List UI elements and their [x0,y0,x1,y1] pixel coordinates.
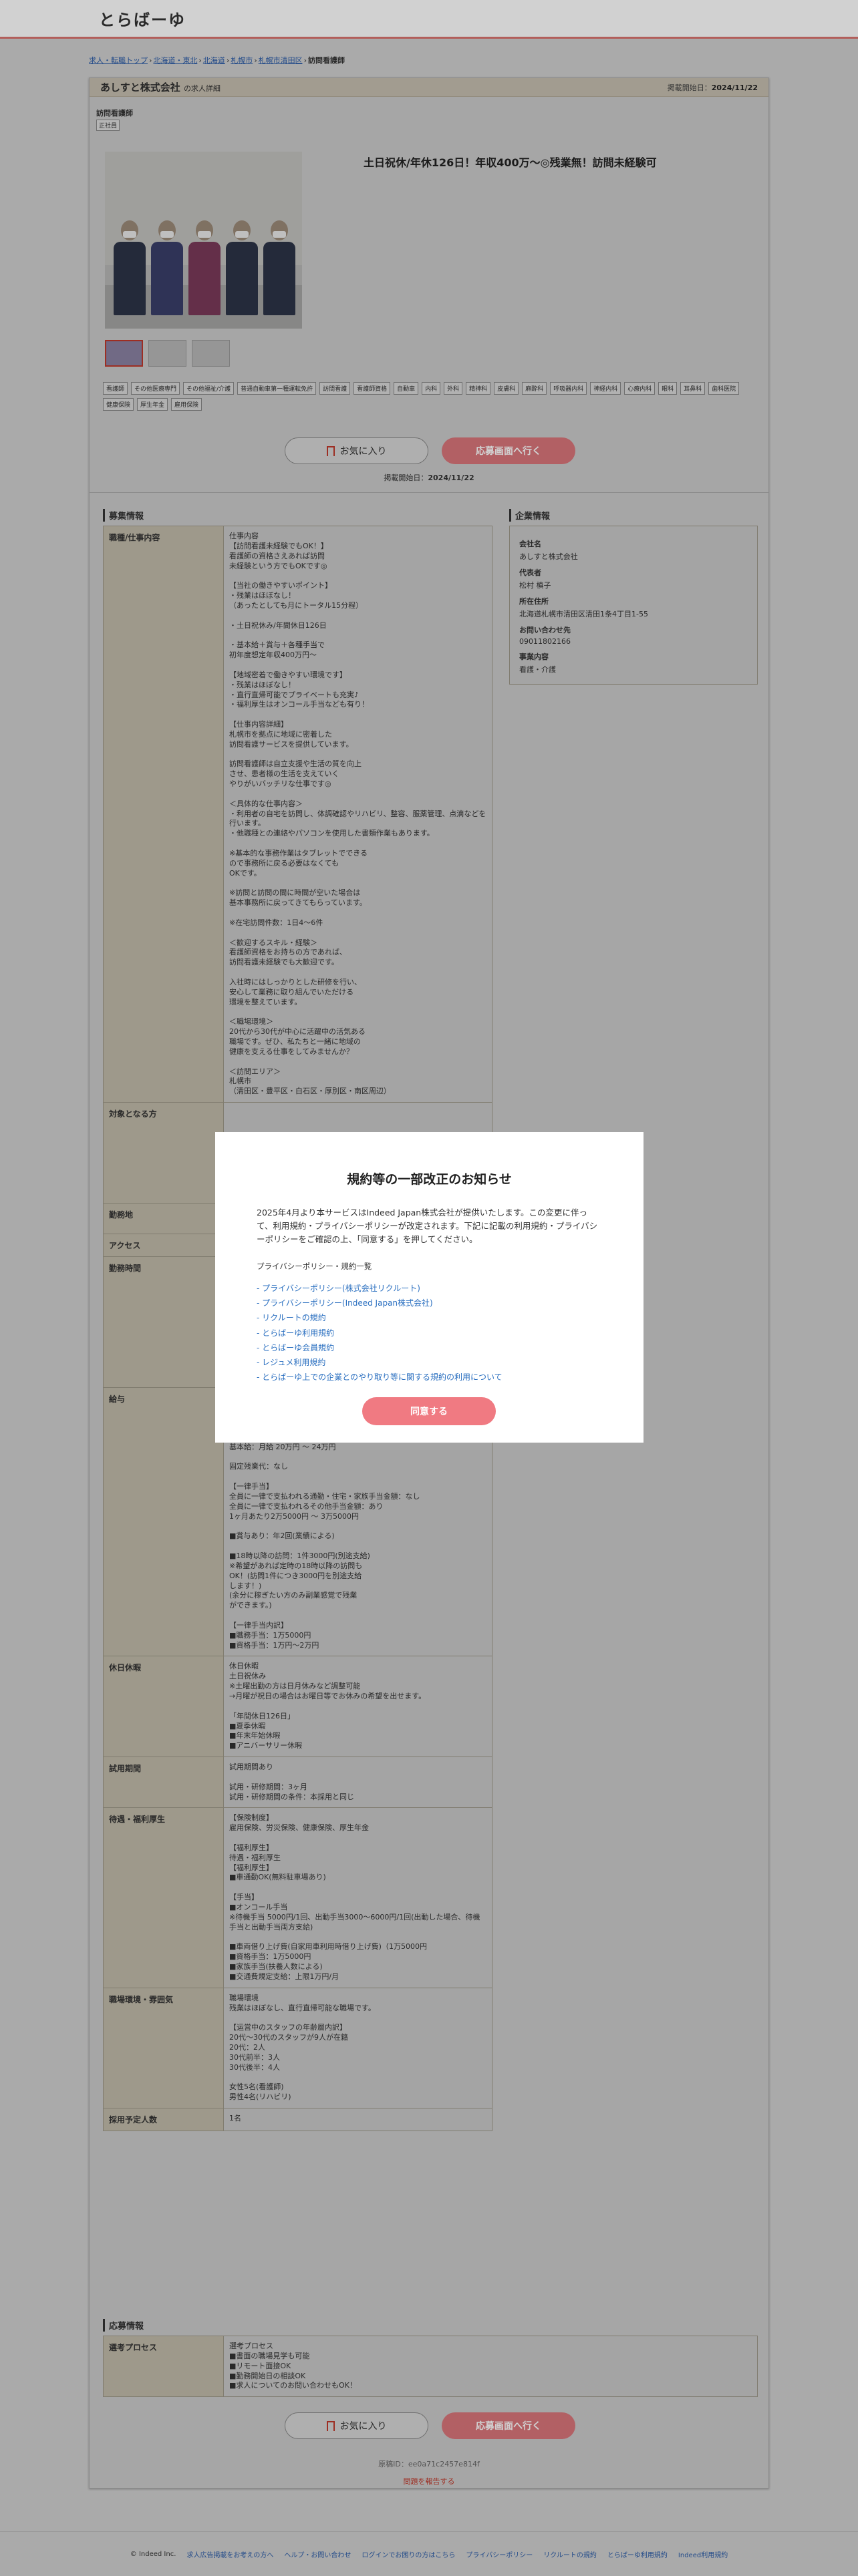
modal-link[interactable]: - レジュメ利用規約 [257,1355,602,1370]
agree-button[interactable]: 同意する [362,1397,496,1425]
modal-link[interactable]: - とらばーゆ利用規約 [257,1326,602,1340]
modal-link[interactable]: - とらばーゆ上での企業とのやり取り等に関する規約の利用について [257,1370,602,1385]
modal-body: 2025年4月より本サービスはIndeed Japan株式会社が提供いたします。… [257,1208,598,1244]
modal-link[interactable]: - とらばーゆ会員規約 [257,1340,602,1355]
modal-link-list: - プライバシーポリシー(株式会社リクルート) - プライバシーポリシー(Inde… [257,1281,602,1385]
terms-modal: 規約等の一部改正のお知らせ 2025年4月より本サービスはIndeed Japa… [215,1132,644,1443]
modal-link[interactable]: - プライバシーポリシー(Indeed Japan株式会社) [257,1296,602,1310]
modal-title: 規約等の一部改正のお知らせ [347,1172,512,1187]
modal-overlay[interactable]: 規約等の一部改正のお知らせ 2025年4月より本サービスはIndeed Japa… [0,0,858,2576]
modal-link[interactable]: - プライバシーポリシー(株式会社リクルート) [257,1281,602,1296]
modal-list-heading: プライバシーポリシー・規約一覧 [257,1262,372,1271]
modal-link[interactable]: - リクルートの規約 [257,1310,602,1325]
